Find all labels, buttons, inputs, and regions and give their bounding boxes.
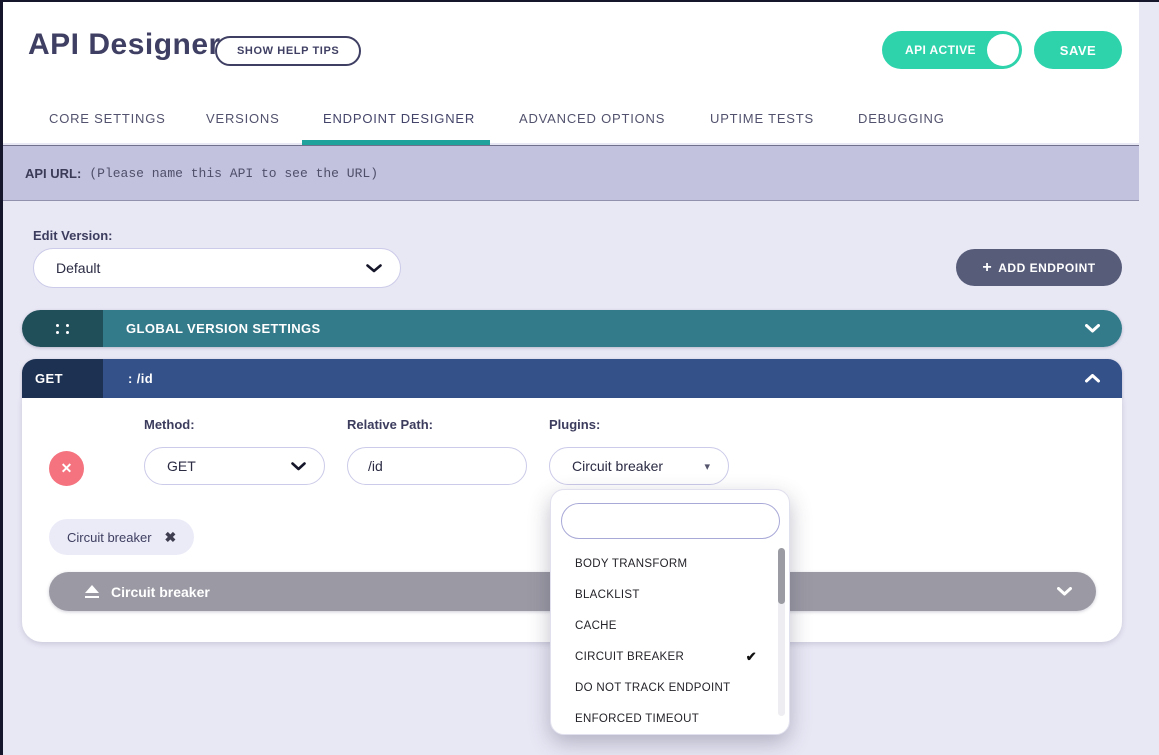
plus-icon: + (982, 259, 992, 277)
tab-uptime-tests[interactable]: UPTIME TESTS (710, 111, 814, 126)
relative-path-input[interactable] (347, 447, 527, 485)
endpoint-method-badge: GET (35, 371, 63, 386)
check-icon: ✔ (746, 649, 757, 665)
scrollbar-thumb[interactable] (778, 548, 785, 604)
method-select-value: GET (167, 458, 196, 474)
api-url-bar: API URL: (Please name this API to see th… (3, 145, 1139, 201)
show-help-tips-button[interactable]: SHOW HELP TIPS (215, 36, 361, 66)
drag-handle-icon (56, 324, 70, 334)
toggle-knob[interactable] (987, 34, 1019, 66)
endpoint-bar[interactable]: GET : /id (22, 359, 1122, 398)
plugins-option-list: BODY TRANSFORM BLACKLIST CACHE CIRCUIT B… (551, 548, 789, 734)
chevron-up-icon (1085, 374, 1100, 383)
plugins-select-value: Circuit breaker (572, 458, 663, 474)
global-version-settings-label: GLOBAL VERSION SETTINGS (126, 321, 321, 336)
selected-plugin-tag: Circuit breaker ✖ (49, 519, 194, 555)
relative-path-field-wrap (347, 447, 527, 485)
chevron-down-icon (1057, 587, 1072, 596)
chevron-down-icon (1085, 324, 1100, 333)
api-url-note: (Please name this API to see the URL) (89, 166, 378, 181)
tab-versions[interactable]: VERSIONS (206, 111, 280, 126)
endpoint-path-badge: : /id (128, 371, 153, 386)
plugin-option-body-transform[interactable]: BODY TRANSFORM (551, 548, 789, 579)
api-designer-page: API Designer SHOW HELP TIPS API ACTIVE S… (0, 0, 1159, 755)
page-header: API Designer SHOW HELP TIPS API ACTIVE S… (3, 2, 1139, 143)
save-button[interactable]: SAVE (1034, 31, 1122, 69)
remove-tag-icon[interactable]: ✖ (165, 529, 177, 546)
plugin-option-blacklist[interactable]: BLACKLIST (551, 579, 789, 610)
close-icon: ✕ (61, 460, 73, 477)
chevron-down-icon (366, 264, 382, 273)
tab-endpoint-designer[interactable]: ENDPOINT DESIGNER (323, 111, 475, 126)
eject-icon (85, 585, 99, 598)
plugin-option-do-not-track-endpoint[interactable]: DO NOT TRACK ENDPOINT (551, 672, 789, 703)
plugins-search-input[interactable] (561, 503, 780, 539)
add-endpoint-button[interactable]: + ADD ENDPOINT (956, 249, 1122, 286)
api-url-label: API URL: (25, 166, 81, 181)
circuit-breaker-panel-label: Circuit breaker (111, 584, 210, 600)
page-title: API Designer (28, 28, 221, 62)
remove-endpoint-button[interactable]: ✕ (49, 451, 84, 486)
chevron-down-icon (291, 462, 306, 471)
caret-down-icon: ▾ (704, 460, 710, 473)
plugins-dropdown: BODY TRANSFORM BLACKLIST CACHE CIRCUIT B… (550, 489, 790, 735)
plugin-option-enforced-timeout[interactable]: ENFORCED TIMEOUT (551, 703, 789, 734)
endpoint-method-badge-container: GET (22, 359, 103, 398)
method-label: Method: (144, 417, 195, 432)
edit-version-label: Edit Version: (33, 228, 112, 243)
tab-debugging[interactable]: DEBUGGING (858, 111, 945, 126)
global-version-settings-bar[interactable]: GLOBAL VERSION SETTINGS (22, 310, 1122, 347)
api-active-toggle[interactable]: API ACTIVE (882, 31, 1022, 69)
plugins-select[interactable]: Circuit breaker ▾ (549, 447, 729, 485)
drag-handle[interactable] (22, 310, 103, 347)
plugin-option-cache[interactable]: CACHE (551, 610, 789, 641)
relative-path-label: Relative Path: (347, 417, 433, 432)
plugin-option-circuit-breaker[interactable]: CIRCUIT BREAKER ✔ (551, 641, 789, 672)
add-endpoint-label: ADD ENDPOINT (998, 261, 1095, 275)
method-select[interactable]: GET (144, 447, 325, 485)
tab-advanced-options[interactable]: ADVANCED OPTIONS (519, 111, 665, 126)
dropdown-scrollbar[interactable] (778, 548, 785, 716)
endpoint-bar-header[interactable]: : /id (103, 359, 1122, 398)
api-active-label: API ACTIVE (905, 43, 976, 57)
selected-plugin-tag-label: Circuit breaker (67, 530, 152, 545)
plugins-label: Plugins: (549, 417, 600, 432)
tab-core-settings[interactable]: CORE SETTINGS (49, 111, 166, 126)
version-select-value: Default (56, 260, 100, 276)
global-version-settings-header[interactable]: GLOBAL VERSION SETTINGS (103, 310, 1122, 347)
version-select[interactable]: Default (33, 248, 401, 288)
